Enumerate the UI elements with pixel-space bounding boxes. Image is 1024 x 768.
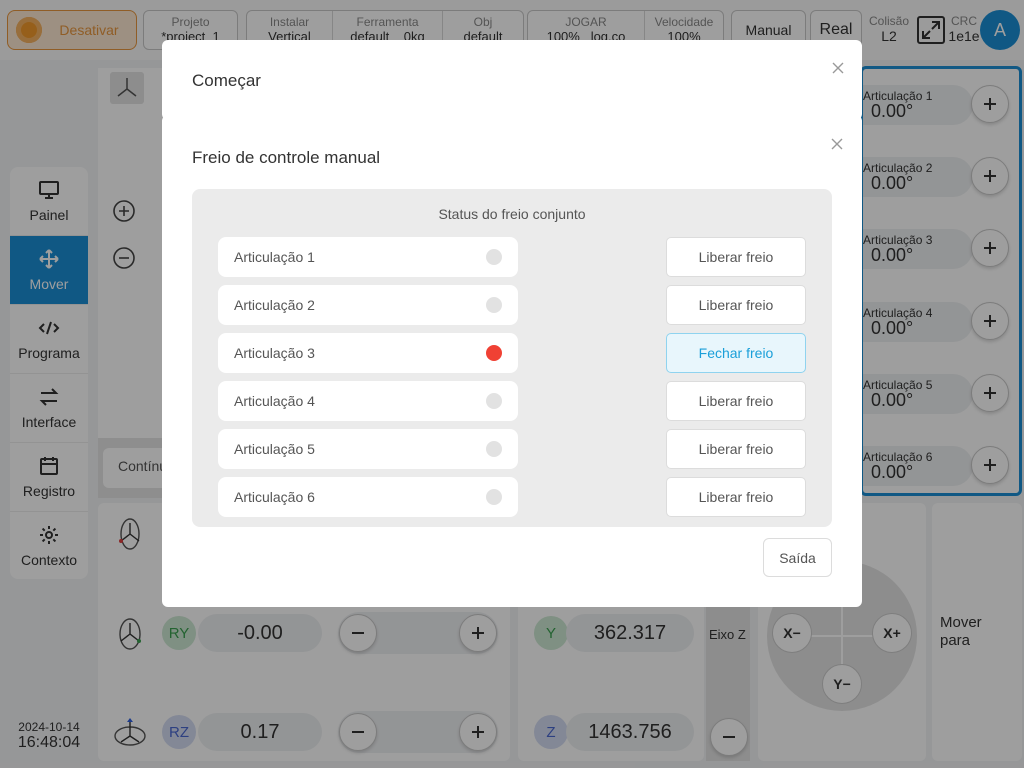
brake-status-header: Status do freio conjunto	[438, 206, 586, 222]
brake-status-dot	[486, 345, 502, 361]
joint-brake-row: Articulação 1	[218, 237, 518, 277]
joint-brake-row: Articulação 4	[218, 381, 518, 421]
brake-status-dot	[486, 393, 502, 409]
brake-toggle-button[interactable]: Liberar freio	[666, 285, 806, 325]
brake-status-dot	[486, 489, 502, 505]
brake-dialog: Freio de controle manual Status do freio…	[162, 115, 862, 607]
joint-brake-row: Articulação 3	[218, 333, 518, 373]
brake-status-panel: Status do freio conjunto Articulação 1 L…	[192, 189, 832, 527]
close-icon[interactable]	[831, 61, 845, 75]
exit-button[interactable]: Saída	[763, 538, 832, 577]
brake-toggle-button[interactable]: Fechar freio	[666, 333, 806, 373]
start-dialog: Começar	[162, 40, 862, 120]
joint-brake-row: Articulação 2	[218, 285, 518, 325]
brake-status-dot	[486, 297, 502, 313]
joint-name: Articulação 5	[234, 441, 315, 457]
joint-brake-row: Articulação 6	[218, 477, 518, 517]
brake-toggle-button[interactable]: Liberar freio	[666, 237, 806, 277]
brake-toggle-button[interactable]: Liberar freio	[666, 477, 806, 517]
close-icon[interactable]	[830, 137, 844, 151]
joint-brake-row: Articulação 5	[218, 429, 518, 469]
brake-toggle-button[interactable]: Liberar freio	[666, 381, 806, 421]
start-dialog-title: Começar	[192, 71, 261, 90]
joint-name: Articulação 4	[234, 393, 315, 409]
joint-name: Articulação 3	[234, 345, 315, 361]
brake-status-dot	[486, 441, 502, 457]
brake-dialog-title: Freio de controle manual	[192, 148, 381, 167]
joint-name: Articulação 1	[234, 249, 315, 265]
joint-name: Articulação 6	[234, 489, 315, 505]
brake-status-dot	[486, 249, 502, 265]
brake-toggle-button[interactable]: Liberar freio	[666, 429, 806, 469]
joint-name: Articulação 2	[234, 297, 315, 313]
